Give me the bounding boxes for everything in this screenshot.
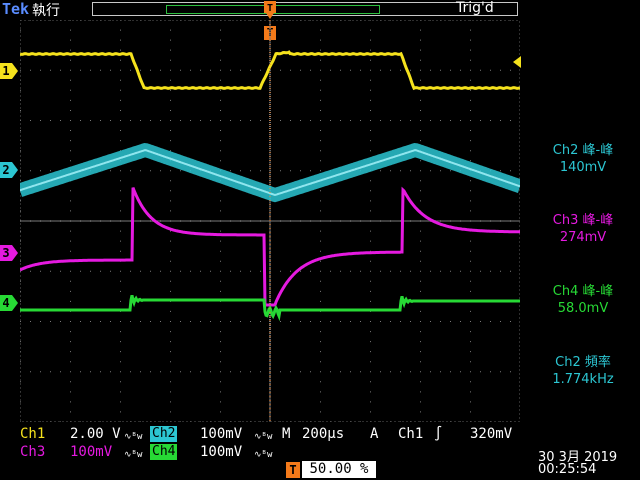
measurement-label: Ch3 峰-峰: [552, 213, 614, 228]
brand-logo: Tek: [2, 0, 30, 18]
svg-text:2: 2: [2, 163, 9, 177]
run-state-label: 執行: [32, 3, 60, 19]
svg-text:3: 3: [2, 246, 9, 260]
timebase-label: M: [282, 426, 291, 442]
measurement-value: 274mV: [559, 230, 607, 245]
svg-text:4: 4: [2, 296, 9, 310]
ch4-scale[interactable]: 100mV: [200, 443, 242, 461]
ch2-label[interactable]: Ch2: [150, 426, 178, 442]
ch2-ground-marker[interactable]: 2: [0, 162, 18, 178]
ch3-ground-marker[interactable]: 3: [0, 245, 18, 261]
trigger-mode: A: [370, 426, 379, 442]
ch1-bw-limit-icon: ∿ᴮw: [124, 432, 143, 442]
measurement-label: Ch2 峰-峰: [552, 143, 614, 158]
measurement-value: 58.0mV: [557, 301, 609, 316]
measurement-ch2-pk2pk: Ch2 峰-峰 140mV: [526, 142, 640, 176]
time-display: 00:25:54: [538, 462, 597, 477]
trigger-position-badge: T: [286, 462, 300, 478]
svg-text:T: T: [267, 3, 273, 14]
ch3-label[interactable]: Ch3: [20, 443, 45, 461]
ch4-label[interactable]: Ch4: [150, 444, 178, 460]
ch3-bw-limit-icon: ∿ᴮw: [124, 450, 143, 460]
timebase-value[interactable]: 200µs: [302, 425, 344, 443]
ch4-ground-marker[interactable]: 4: [0, 295, 18, 311]
trigger-source[interactable]: Ch1: [398, 425, 423, 443]
measurement-ch4-pk2pk: Ch4 峰-峰 58.0mV: [526, 283, 640, 317]
trigger-level-arrow[interactable]: [511, 55, 521, 69]
ch1-scale[interactable]: 2.00 V: [70, 425, 121, 443]
ch3-scale[interactable]: 100mV: [70, 443, 112, 461]
measurement-value: 1.774kHz: [552, 372, 614, 387]
ch2-scale[interactable]: 100mV: [200, 425, 242, 443]
measurement-label: Ch2 頻率: [555, 355, 611, 370]
ch1-label[interactable]: Ch1: [20, 425, 45, 443]
trigger-slope-icon: ∫: [434, 426, 443, 442]
waveform-graticule: [20, 20, 520, 422]
measurement-ch3-pk2pk: Ch3 峰-峰 274mV: [526, 212, 640, 246]
trigger-position-marker-top[interactable]: T: [263, 0, 277, 20]
svg-text:1: 1: [2, 64, 9, 78]
measurement-ch2-frequency: Ch2 頻率 1.774kHz: [526, 354, 640, 388]
measurement-value: 140mV: [559, 160, 607, 175]
ch1-ground-marker[interactable]: 1: [0, 63, 18, 79]
trigger-level[interactable]: 320mV: [470, 425, 512, 443]
trigger-position-value[interactable]: 50.00 %: [302, 461, 376, 478]
measurement-label: Ch4 峰-峰: [552, 284, 614, 299]
ch2-bw-limit-icon: ∿ᴮw: [254, 432, 273, 442]
trigger-state-label: Trig'd: [456, 0, 494, 16]
ch4-bw-limit-icon: ∿ᴮw: [254, 450, 273, 460]
